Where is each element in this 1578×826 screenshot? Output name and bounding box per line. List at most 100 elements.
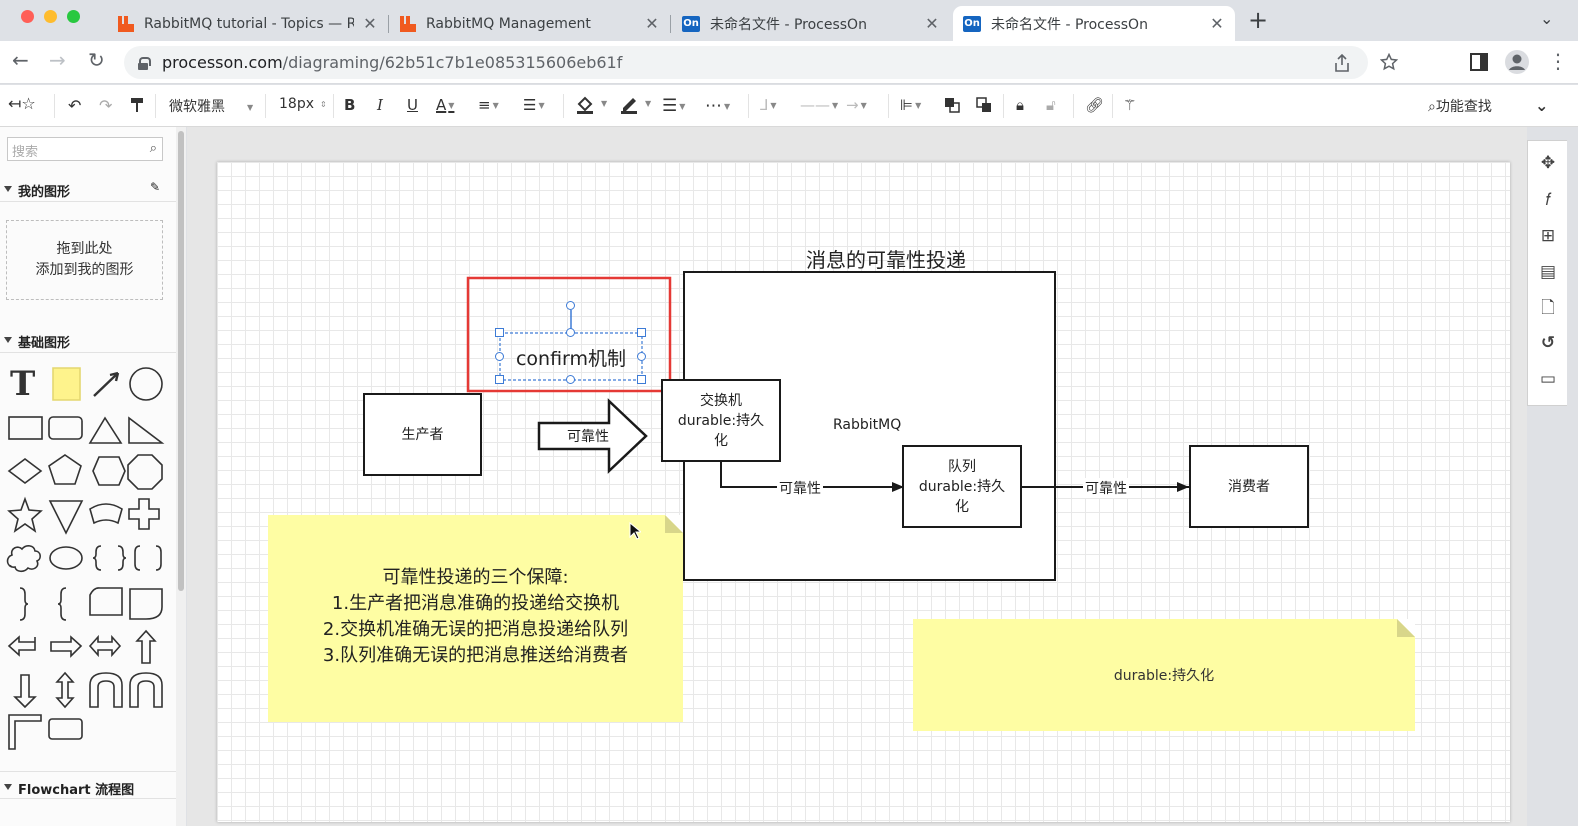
comment-icon[interactable]: ▭ — [1538, 369, 1558, 389]
shape-left-brace[interactable] — [92, 545, 102, 571]
shape-hexagon[interactable] — [92, 456, 126, 486]
queue-node[interactable]: 队列 durable:持久 化 — [902, 445, 1022, 528]
shape-corner[interactable] — [8, 714, 42, 750]
shape-circle[interactable] — [129, 367, 163, 401]
guarantees-sticky-note[interactable]: 可靠性投递的三个保障: 1.生产者把消息准确的投递给交换机 2.交换机准确无误的… — [268, 515, 683, 722]
list-icon[interactable]: ☰ ▼ — [523, 96, 545, 114]
edit-icon[interactable]: ✎ — [150, 180, 160, 194]
data-icon[interactable]: ▤ — [1538, 262, 1558, 282]
text-align-icon[interactable]: ≡ ▼ — [478, 96, 499, 114]
close-icon[interactable]: ✕ — [1209, 14, 1225, 33]
shape-up-arrow[interactable] — [135, 629, 157, 664]
side-panel-icon[interactable] — [1470, 53, 1488, 71]
add-page-icon[interactable]: ⊞ — [1538, 226, 1558, 246]
resize-handle[interactable] — [495, 375, 504, 384]
back-arrow-icon[interactable]: ← — [12, 48, 29, 72]
connector-type-icon[interactable]: ⅃ ▼ — [760, 96, 777, 114]
resize-handle[interactable] — [637, 352, 646, 361]
consumer-node[interactable]: 消费者 — [1189, 445, 1309, 528]
shape-inverted-triangle[interactable] — [48, 500, 84, 535]
shape-arch[interactable] — [129, 672, 163, 708]
diagram-page[interactable]: 消息的可靠性投递 confirm机制 生产者 可靠性 交换机 durable:持… — [217, 162, 1510, 822]
shape-right-triangle[interactable] — [128, 416, 165, 444]
durable-sticky-note[interactable]: durable:持久化 — [913, 619, 1415, 731]
search-icon[interactable]: ⌕ — [150, 141, 157, 156]
rotate-handle[interactable] — [566, 301, 575, 310]
shape-right-brace-2[interactable] — [19, 587, 29, 621]
profile-avatar-icon[interactable] — [1505, 50, 1529, 74]
shape-double-arrow[interactable] — [88, 634, 122, 658]
forward-arrow-icon[interactable]: → — [49, 48, 66, 72]
shape-arrow[interactable] — [93, 371, 120, 397]
lock-shape-icon[interactable]: 🔒︎ — [1016, 96, 1024, 114]
more-menu-icon[interactable]: ⋮ — [1548, 49, 1568, 73]
font-color-button[interactable]: A ▼ — [436, 96, 454, 114]
my-shapes-header[interactable]: 我的图形 ✎ — [0, 174, 176, 202]
shape-button-rect[interactable] — [48, 718, 83, 740]
resize-handle[interactable] — [495, 352, 504, 361]
resize-handle[interactable] — [566, 375, 575, 384]
shape-fan[interactable] — [89, 503, 123, 525]
shape-search-input[interactable]: 搜索 ⌕ — [7, 137, 163, 161]
browser-tab-processon-1[interactable]: On 未命名文件 - ProcessOn ✕ — [672, 6, 950, 41]
basic-shapes-header[interactable]: 基础图形 — [0, 325, 176, 353]
resize-handle[interactable] — [495, 328, 504, 337]
shape-down-arrow[interactable] — [13, 674, 37, 709]
star-bookmark-icon[interactable] — [1380, 53, 1398, 71]
send-back-icon[interactable] — [976, 97, 992, 113]
tab-search-chevron-icon[interactable]: ⌄ — [1540, 9, 1553, 28]
shape-cloud[interactable] — [6, 545, 41, 573]
undo-icon[interactable]: ↶ — [68, 96, 81, 115]
page-icon[interactable]: 🗋︎ — [1538, 298, 1558, 318]
shape-brace-pair[interactable] — [134, 545, 162, 571]
close-window-button[interactable] — [21, 10, 34, 23]
shape-rounded-rectangle[interactable] — [48, 416, 83, 440]
feature-search-button[interactable]: ⌕功能查找 — [1428, 96, 1492, 116]
font-family-select[interactable]: 微软雅黑 ▼ — [169, 96, 253, 116]
line-style-icon[interactable]: ⋯ ▼ — [705, 96, 730, 116]
bold-button[interactable]: B — [344, 96, 355, 114]
font-size-select[interactable]: 18px ⇕ — [279, 96, 327, 112]
align-icon[interactable]: ⊫ ▼ — [900, 96, 921, 114]
minimize-window-button[interactable] — [44, 10, 57, 23]
italic-button[interactable]: I — [377, 96, 383, 114]
reload-icon[interactable]: ↻ — [88, 48, 105, 72]
new-tab-button[interactable]: + — [1248, 6, 1268, 34]
browser-tab-rabbitmq-management[interactable]: RabbitMQ Management ✕ — [390, 6, 671, 41]
collapse-sidebar-icon[interactable]: ↤☆ — [8, 94, 36, 113]
browser-tab-rabbitmq-tutorial[interactable]: RabbitMQ tutorial - Topics — R ✕ — [108, 6, 389, 41]
shape-u-turn[interactable] — [89, 672, 123, 708]
shape-up-down-arrow[interactable] — [55, 671, 75, 709]
close-icon[interactable]: ✕ — [362, 14, 378, 33]
shape-note[interactable] — [52, 367, 81, 401]
shape-card[interactable] — [89, 587, 123, 616]
line-color-icon[interactable] — [620, 96, 638, 114]
sidebar-scrollbar[interactable] — [176, 127, 186, 826]
maximize-window-button[interactable] — [67, 10, 80, 23]
shape-left-brace-2[interactable] — [57, 587, 67, 621]
formula-icon[interactable]: 𝑓 — [1538, 190, 1558, 210]
format-painter-icon[interactable] — [130, 97, 144, 113]
shape-star[interactable] — [7, 496, 43, 533]
close-icon[interactable]: ✕ — [644, 14, 660, 33]
producer-node[interactable]: 生产者 — [363, 393, 482, 476]
line-width-icon[interactable]: ☰ ▼ — [662, 96, 685, 116]
shape-diamond[interactable] — [7, 458, 43, 484]
shape-speech-ellipse[interactable] — [49, 546, 83, 570]
shape-octagon[interactable] — [127, 454, 163, 490]
resize-handle[interactable] — [637, 328, 646, 337]
my-shapes-dropzone[interactable]: 拖到此处 添加到我的图形 — [6, 220, 163, 300]
url-omnibox[interactable]: processon.com/diagraming/62b51c7b1e08531… — [124, 46, 1398, 79]
confirm-mechanism-label[interactable]: confirm机制 — [500, 344, 642, 371]
browser-tab-processon-active[interactable]: On 未命名文件 - ProcessOn ✕ — [953, 6, 1235, 41]
resize-handle[interactable] — [637, 375, 646, 384]
shape-right-arrow[interactable] — [50, 635, 83, 658]
redo-icon[interactable]: ↷ — [99, 96, 112, 115]
magic-wand-icon[interactable]: ⚚ — [1123, 96, 1136, 114]
resize-handle[interactable] — [566, 328, 575, 337]
underline-button[interactable]: U — [407, 96, 418, 114]
link-icon[interactable]: 🔗︎ — [1085, 96, 1104, 114]
flowchart-header[interactable]: Flowchart 流程图 — [0, 771, 176, 799]
shape-cross[interactable] — [128, 498, 160, 530]
shape-right-brace[interactable] — [117, 545, 127, 571]
